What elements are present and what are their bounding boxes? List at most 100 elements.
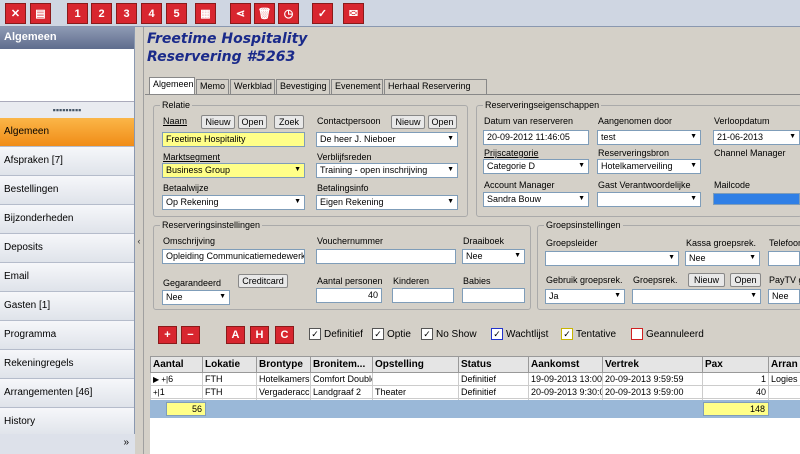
bron-select[interactable]: Hotelkamerveiling [597, 159, 701, 174]
print-5-button[interactable]: 5 [166, 3, 187, 24]
verblijfsreden-select[interactable]: Training - open inschrijving [316, 163, 458, 178]
groepsrek-open-button[interactable]: Open [730, 273, 761, 287]
check-button[interactable]: ✓ [312, 3, 333, 24]
naam-open-button[interactable]: Open [238, 115, 267, 129]
checkbox-icon[interactable]: ✓ [421, 328, 433, 340]
filter-tentative[interactable]: ✓ Tentative [561, 328, 616, 340]
filter-definitief[interactable]: ✓ Definitief [309, 328, 363, 340]
aangenomen-select[interactable]: test [597, 130, 701, 145]
expand-icon[interactable]: +| [153, 388, 160, 397]
sidebar-item-afspraken-7[interactable]: Afspraken [7] [0, 147, 134, 176]
tab-evenement[interactable]: Evenement [331, 79, 383, 94]
sidebar-item-gasten-1[interactable]: Gasten [1] [0, 292, 134, 321]
marktsegment-select[interactable]: Business Group [162, 163, 305, 178]
paytv-select[interactable]: Nee [768, 289, 800, 304]
print-2-button[interactable]: 2 [91, 3, 112, 24]
sidebar-item-email[interactable]: Email [0, 263, 134, 292]
column-header[interactable]: Aantal [150, 356, 203, 373]
sidebar-item-deposits[interactable]: Deposits [0, 234, 134, 263]
column-header[interactable]: Vertrek [602, 356, 703, 373]
tab-memo[interactable]: Memo [196, 79, 229, 94]
naam-nieuw-button[interactable]: Nieuw [201, 115, 235, 129]
column-header[interactable]: Pax [702, 356, 769, 373]
checkbox-icon[interactable]: ✓ [491, 328, 503, 340]
voucher-field[interactable] [316, 249, 456, 264]
column-header[interactable]: Lokatie [202, 356, 257, 373]
groepsrek-select[interactable] [632, 289, 761, 304]
tab-herhaal-reservering[interactable]: Herhaal Reservering [384, 79, 487, 94]
column-header[interactable]: Arran [768, 356, 800, 373]
account-manager-select[interactable]: Sandra Bouw [483, 192, 589, 207]
kinderen-field[interactable] [392, 288, 454, 303]
tab-bevestiging[interactable]: Bevestiging [276, 79, 330, 94]
share-button[interactable]: ⋖ [230, 3, 251, 24]
gegarandeerd-select[interactable]: Nee [162, 290, 230, 305]
omschrijving-field[interactable]: Opleiding Communicatiemedewerker [162, 249, 305, 264]
sidebar-item-bestellingen[interactable]: Bestellingen [0, 176, 134, 205]
expand-icon[interactable]: ▶ +| [153, 375, 168, 384]
save-button[interactable]: ▤ [30, 3, 51, 24]
checkbox-icon[interactable]: ✓ [561, 328, 573, 340]
table-row[interactable]: +|1 FTH Vergaderacc Landgraaf 2 Theater Defin… [150, 385, 800, 399]
checkbox-icon[interactable] [631, 328, 643, 340]
groepsleider-select[interactable] [545, 251, 679, 266]
mailcode-field[interactable] [713, 193, 800, 205]
a-button[interactable]: A [226, 326, 245, 344]
delete-button[interactable]: 🗑 [254, 3, 275, 24]
naam-zoek-button[interactable]: Zoek [274, 115, 304, 129]
print-3-button[interactable]: 3 [116, 3, 137, 24]
filter-wachtlijst[interactable]: ✓ Wachtlijst [491, 328, 548, 340]
print-1-button[interactable]: 1 [67, 3, 88, 24]
h-button[interactable]: H [250, 326, 269, 344]
groepsrek-nieuw-button[interactable]: Nieuw [688, 273, 725, 287]
filter-optie[interactable]: ✓ Optie [372, 328, 411, 340]
document-button[interactable]: ▦ [195, 3, 216, 24]
contact-open-button[interactable]: Open [428, 115, 457, 129]
table-row[interactable]: ▶ +|6 FTH Hotelkamers Comfort Double Definit… [150, 372, 800, 386]
sidebar-more-button[interactable]: » [0, 434, 135, 454]
naam-field[interactable]: Freetime Hospitality [162, 132, 305, 147]
checkbox-icon[interactable]: ✓ [309, 328, 321, 340]
filter-geannuleerd[interactable]: Geannuleerd [631, 328, 704, 340]
remove-row-button[interactable]: − [181, 326, 200, 344]
sidebar-item-arrangementen-46[interactable]: Arrangementen [46] [0, 379, 134, 408]
tab-algemeen[interactable]: Algemeen [149, 77, 195, 94]
clock-button[interactable]: ◷ [278, 3, 299, 24]
c-button[interactable]: C [275, 326, 294, 344]
print-4-button[interactable]: 4 [141, 3, 162, 24]
telefoon-field[interactable] [768, 251, 800, 266]
contactpersoon-select[interactable]: De heer J. Nieboer [316, 132, 458, 147]
contact-nieuw-button[interactable]: Nieuw [391, 115, 425, 129]
tab-werkblad[interactable]: Werkblad [230, 79, 275, 94]
collapse-splitter[interactable]: ‹ [135, 27, 144, 454]
close-button[interactable]: ✕ [5, 3, 26, 24]
column-header[interactable]: Bronitem... [310, 356, 373, 373]
sidebar-item-rekeningregels[interactable]: Rekeningregels [0, 350, 134, 379]
sidebar-item-bijzonderheden[interactable]: Bijzonderheden [0, 205, 134, 234]
kassa-select[interactable]: Nee [685, 251, 760, 266]
creditcard-button[interactable]: Creditcard [238, 274, 288, 288]
betalingsinfo-select[interactable]: Eigen Rekening [316, 195, 458, 210]
sidebar-grip[interactable]: ▪▪▪▪▪▪▪▪▪ [0, 102, 134, 118]
gebruik-select[interactable]: Ja [545, 289, 625, 304]
filter-no-show[interactable]: ✓ No Show [421, 328, 477, 340]
betaalwijze-select[interactable]: Op Rekening [162, 195, 305, 210]
prijscategorie-select[interactable]: Categorie D [483, 159, 589, 174]
verloop-date[interactable]: 21-06-2013 [713, 130, 800, 145]
sidebar-item-algemeen[interactable]: Algemeen [0, 118, 134, 147]
mail-button[interactable]: ✉ [343, 3, 364, 24]
mail-icon: ✉ [348, 8, 359, 20]
column-header[interactable]: Status [458, 356, 529, 373]
datum-field[interactable]: 20-09-2012 11:46:05 [483, 130, 589, 145]
checkbox-icon[interactable]: ✓ [372, 328, 384, 340]
gast-verantwoordelijke-select[interactable] [597, 192, 701, 207]
column-header[interactable]: Opstelling [372, 356, 459, 373]
column-header[interactable]: Brontype [256, 356, 311, 373]
column-header[interactable]: Aankomst [528, 356, 603, 373]
sidebar-item-programma[interactable]: Programma [0, 321, 134, 350]
sidebar-item-history[interactable]: History [0, 408, 134, 437]
babies-field[interactable] [462, 288, 525, 303]
add-row-button[interactable]: + [158, 326, 177, 344]
aantal-personen-field[interactable]: 40 [316, 288, 382, 303]
draaiboek-select[interactable]: Nee [462, 249, 525, 264]
